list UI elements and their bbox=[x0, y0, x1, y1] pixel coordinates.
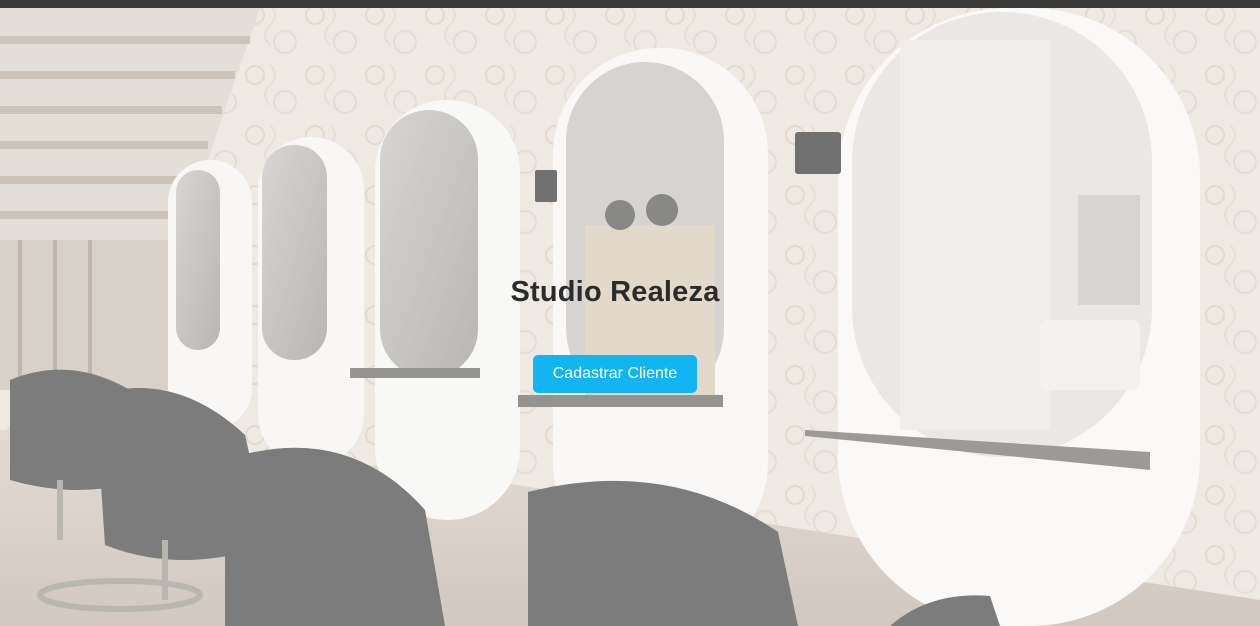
top-bar bbox=[0, 0, 1260, 8]
cadastrar-cliente-button[interactable]: Cadastrar Cliente bbox=[533, 355, 697, 393]
page-title: Studio Realeza bbox=[510, 276, 720, 308]
page: Studio Realeza Cadastrar Cliente bbox=[0, 0, 1260, 626]
hero-section: Studio Realeza Cadastrar Cliente bbox=[0, 0, 1260, 626]
